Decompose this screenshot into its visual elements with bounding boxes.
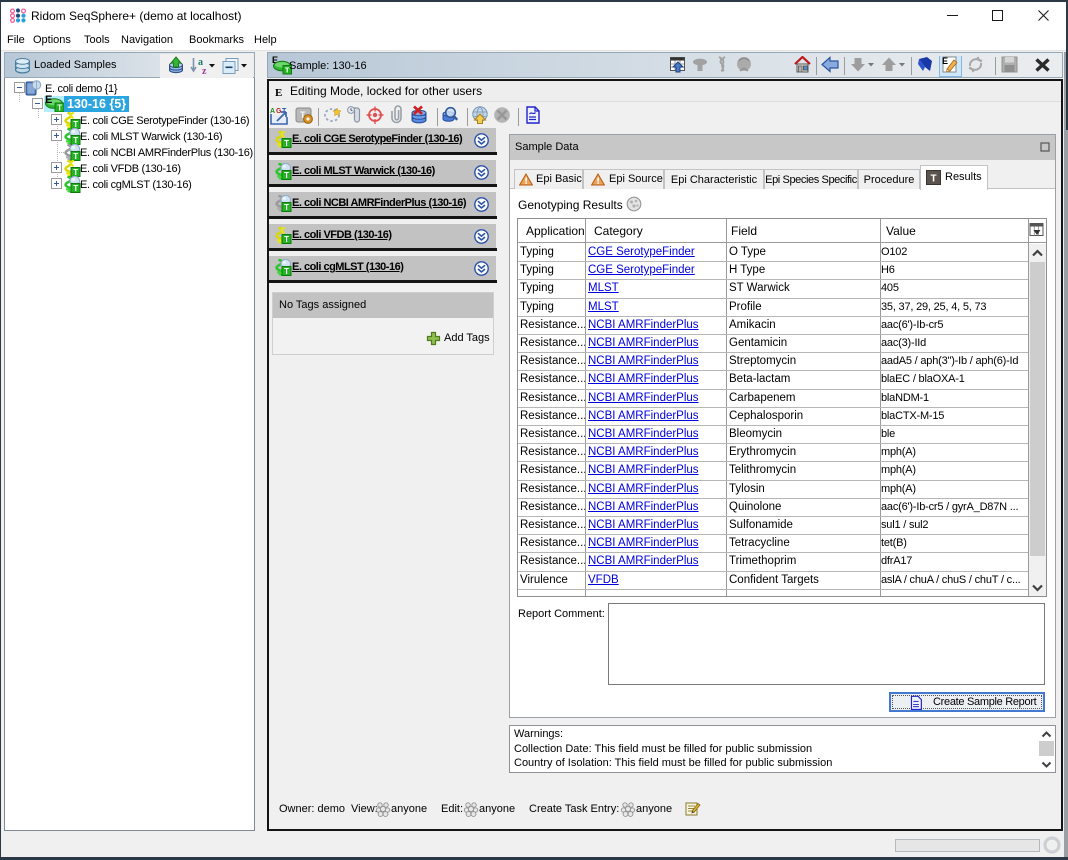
svg-text:E: E bbox=[275, 87, 282, 97]
svg-text:T: T bbox=[57, 104, 62, 113]
svg-text:E: E bbox=[942, 56, 948, 66]
svg-text:A: A bbox=[270, 108, 275, 115]
svg-text:T: T bbox=[930, 174, 936, 185]
svg-text:z: z bbox=[202, 66, 207, 76]
